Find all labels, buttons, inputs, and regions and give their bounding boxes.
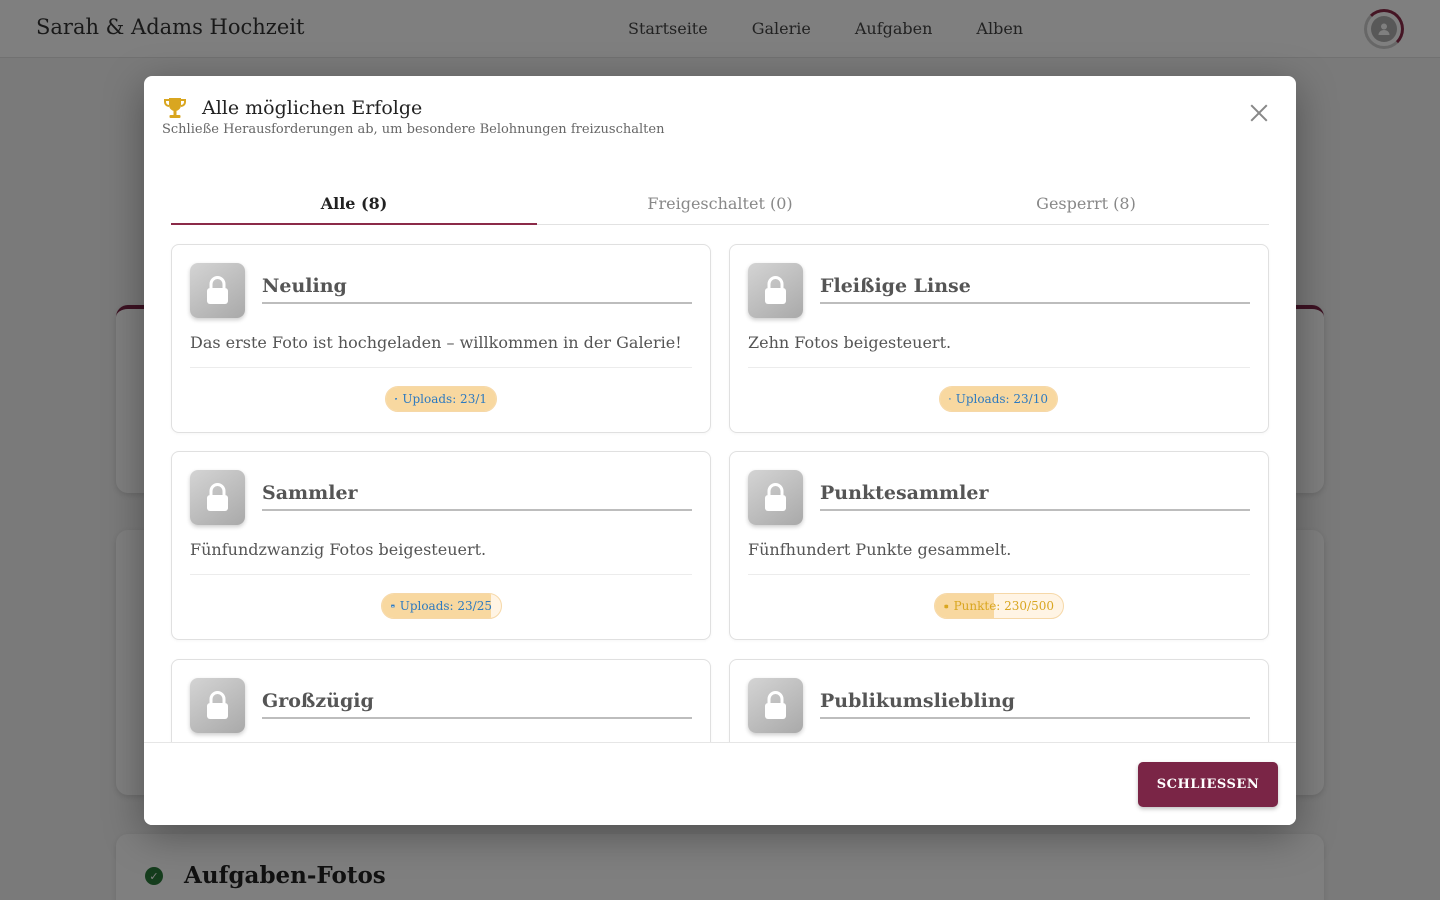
tab-freigeschaltet[interactable]: Freigeschaltet (0) <box>537 187 903 224</box>
progress-label: Uploads: 23/25 <box>399 599 492 613</box>
lock-icon <box>748 470 803 525</box>
lock-icon <box>190 263 245 318</box>
lock-icon <box>190 678 245 733</box>
title-divider <box>262 302 692 304</box>
achievement-card: Fleißige Linse Zehn Fotos beigesteuert. … <box>729 244 1269 433</box>
progress-badge: Uploads: 23/10 <box>939 386 1058 412</box>
progress-label: Uploads: 23/10 <box>955 392 1048 406</box>
tab-gesperrt[interactable]: Gesperrt (8) <box>903 187 1269 224</box>
title-divider <box>820 717 1250 719</box>
lock-icon <box>190 470 245 525</box>
achievement-card: Publikumsliebling <box>729 659 1269 742</box>
coin-icon <box>944 604 949 608</box>
progress-badge: Punkte: 230/500 <box>934 593 1064 619</box>
achievement-card: Großzügig <box>171 659 711 742</box>
lock-icon <box>748 263 803 318</box>
divider <box>748 574 1250 575</box>
image-icon <box>395 398 398 400</box>
achievement-title: Fleißige Linse <box>820 275 971 297</box>
divider <box>190 367 692 368</box>
close-icon[interactable] <box>1246 100 1272 126</box>
image-icon <box>949 398 951 400</box>
lock-icon <box>748 678 803 733</box>
achievement-tabs: Alle (8) Freigeschaltet (0) Gesperrt (8) <box>171 187 1269 225</box>
title-divider <box>820 302 1250 304</box>
achievement-title: Publikumsliebling <box>820 690 1015 712</box>
title-divider <box>262 509 692 511</box>
achievements-dialog: Alle möglichen Erfolge Schließe Herausfo… <box>144 76 1296 825</box>
image-icon <box>391 604 395 608</box>
tab-alle[interactable]: Alle (8) <box>171 187 537 225</box>
progress-label: Uploads: 23/1 <box>402 392 487 406</box>
title-divider <box>262 717 692 719</box>
achievement-description: Fünfundzwanzig Fotos beigesteuert. <box>190 540 487 559</box>
divider <box>190 574 692 575</box>
progress-label: Punkte: 230/500 <box>953 599 1054 613</box>
achievement-title: Neuling <box>262 275 347 297</box>
progress-badge: Uploads: 23/1 <box>385 386 497 412</box>
achievement-card: Neuling Das erste Foto ist hochgeladen –… <box>171 244 711 433</box>
achievement-title: Großzügig <box>262 690 374 712</box>
achievement-description: Das erste Foto ist hochgeladen – willkom… <box>190 333 682 352</box>
dialog-footer: SCHLIESSEN <box>144 742 1296 825</box>
achievement-description: Zehn Fotos beigesteuert. <box>748 333 952 352</box>
dialog-title: Alle möglichen Erfolge <box>202 97 423 119</box>
achievement-list[interactable]: Neuling Das erste Foto ist hochgeladen –… <box>144 226 1296 742</box>
dialog-subtitle: Schließe Herausforderungen ab, um besond… <box>162 122 665 137</box>
achievement-description: Fünfhundert Punkte gesammelt. <box>748 540 1012 559</box>
achievement-title: Sammler <box>262 482 358 504</box>
achievement-title: Punktesammler <box>820 482 989 504</box>
trophy-icon <box>162 95 188 121</box>
title-divider <box>820 509 1250 511</box>
achievement-card: Sammler Fünfundzwanzig Fotos beigesteuer… <box>171 451 711 640</box>
achievement-card: Punktesammler Fünfhundert Punkte gesamme… <box>729 451 1269 640</box>
close-button[interactable]: SCHLIESSEN <box>1138 762 1278 807</box>
divider <box>748 367 1250 368</box>
progress-badge: Uploads: 23/25 <box>381 593 502 619</box>
